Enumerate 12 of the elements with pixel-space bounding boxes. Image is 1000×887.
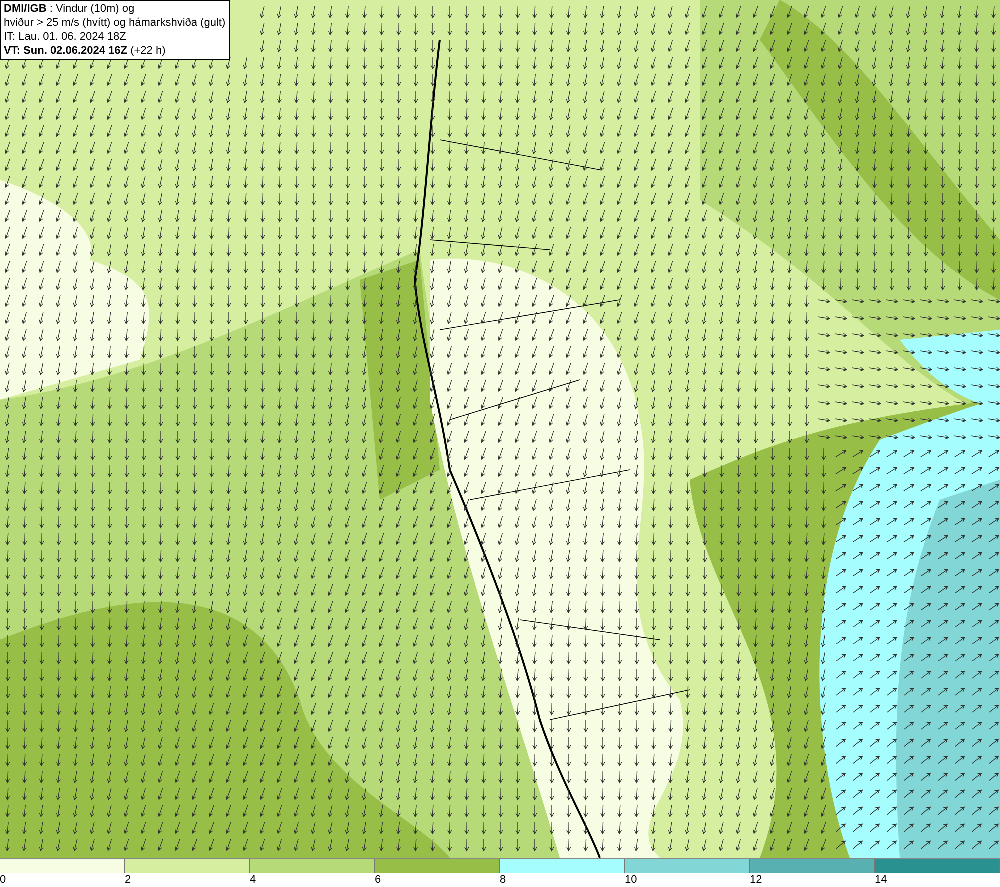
scale-label: 14 (875, 873, 888, 887)
header-text: VT: Sun. 02.06.2024 16Z (+22 h) (4, 44, 167, 58)
scale-label: 0 (0, 873, 8, 887)
scale-label: 10 (625, 873, 638, 887)
scale-label: 6 (375, 873, 382, 887)
header-text: IT: Lau. 01. 06. 2024 18Z (4, 30, 128, 44)
scale-label: 4 (250, 873, 258, 887)
header-text: hviður > 25 m/s (hvítt) og hámarkshviða (gult) (4, 16, 226, 30)
scale-label: 2 (125, 873, 132, 887)
scale-label: 12 (750, 873, 764, 887)
header-text: DMI/IGB : Vindur (10m) og (4, 2, 136, 16)
scale-label: 8 (500, 873, 508, 887)
